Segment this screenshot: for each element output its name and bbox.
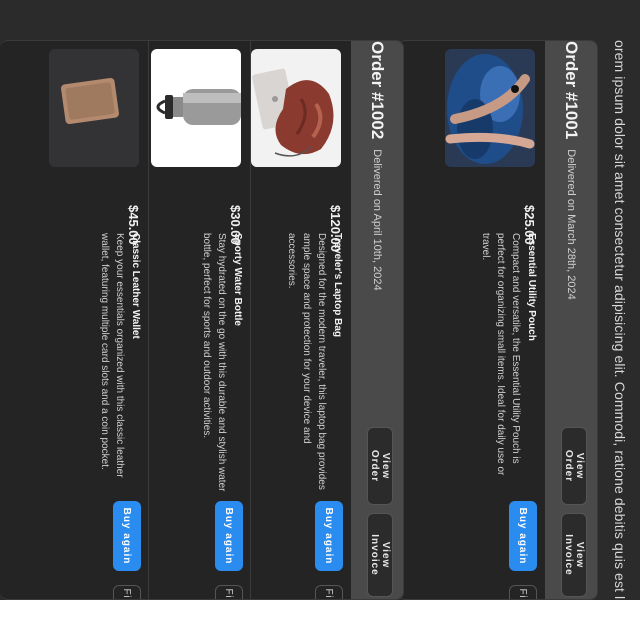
find-similar-button[interactable]: Find similar [215, 585, 243, 600]
item-details: Classic Leather Wallet Keep your essenti… [97, 233, 141, 493]
item-description: Designed for the modern traveler, this l… [286, 233, 327, 490]
order-number: Order #1001 [562, 41, 581, 140]
item-actions: Buy again Find similar [113, 501, 141, 600]
order-item-laptop-bag: $120.00 Traveler's Laptop Bag Designed f… [251, 41, 351, 600]
item-description: Stay hydrated on the go with this durabl… [201, 233, 227, 492]
item-actions: Buy again Find similar [215, 501, 243, 600]
product-image-utility-pouch[interactable] [445, 49, 535, 167]
item-description: Compact and versatile, the Essential Uti… [480, 233, 521, 476]
order-delivery-date: Delivered on March 28th, 2024 [565, 149, 577, 300]
item-name[interactable]: Traveler's Laptop Bag [332, 233, 343, 493]
screenshot-stage: orem ipsum dolor sit amet consectetur ad… [0, 0, 640, 640]
find-similar-button[interactable]: Find similar [509, 585, 537, 600]
order-card-1002: Order #1002 Delivered on April 10th, 202… [0, 40, 404, 600]
item-actions: Buy again Find similar [509, 501, 537, 600]
item-details: Sporty Water Bottle Stay hydrated on the… [199, 233, 243, 493]
order-actions: View Order View Invoice [561, 427, 587, 597]
orders-page: orem ipsum dolor sit amet consectetur ad… [0, 0, 640, 640]
order-item-water-bottle: $30.00 Sporty Water Bottle Stay hydrated… [151, 41, 251, 600]
order-card-1001: Order #1001 Delivered on March 28th, 202… [398, 40, 598, 600]
order-number: Order #1002 [368, 41, 387, 140]
item-name[interactable]: Classic Leather Wallet [130, 233, 141, 493]
page-gutter-bottom [0, 600, 640, 640]
item-name[interactable]: Essential Utility Pouch [526, 233, 537, 493]
item-description: Keep your essentials organized with this… [99, 233, 125, 478]
buy-again-button[interactable]: Buy again [215, 501, 243, 571]
buy-again-button[interactable]: Buy again [315, 501, 343, 571]
item-name[interactable]: Sporty Water Bottle [232, 233, 243, 493]
find-similar-button[interactable]: Find similar [315, 585, 343, 600]
order-item-utility-pouch: $25.00 Essential Utility Pouch Compact a… [445, 41, 545, 600]
view-invoice-button[interactable]: View Invoice [561, 513, 587, 597]
order-actions: View Order View Invoice [367, 427, 393, 597]
view-order-button[interactable]: View Order [561, 427, 587, 505]
item-details: Traveler's Laptop Bag Designed for the m… [284, 233, 343, 493]
order-header: Order #1001 Delivered on March 28th, 202… [545, 41, 597, 599]
buy-again-button[interactable]: Buy again [113, 501, 141, 571]
item-details: Essential Utility Pouch Compact and vers… [478, 233, 537, 493]
find-similar-button[interactable]: Find similar [113, 585, 141, 600]
intro-text: orem ipsum dolor sit amet consectetur ad… [600, 40, 640, 600]
product-image-leather-wallet[interactable] [49, 49, 139, 167]
item-actions: Buy again Find similar [315, 501, 343, 600]
view-invoice-button[interactable]: View Invoice [367, 513, 393, 597]
product-image-laptop-bag[interactable] [251, 49, 341, 167]
buy-again-button[interactable]: Buy again [509, 501, 537, 571]
order-delivery-date: Delivered on April 10th, 2024 [371, 149, 383, 291]
view-order-button[interactable]: View Order [367, 427, 393, 505]
order-item-leather-wallet: $45.00 Classic Leather Wallet Keep your … [49, 41, 149, 600]
order-header: Order #1002 Delivered on April 10th, 202… [351, 41, 403, 599]
product-image-water-bottle[interactable] [151, 49, 241, 167]
